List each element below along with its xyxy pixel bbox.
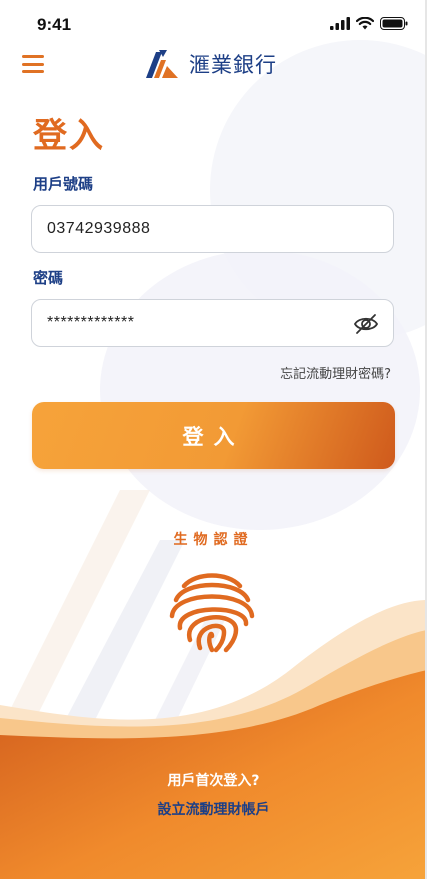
- account-field-container: [31, 205, 394, 253]
- password-input[interactable]: [47, 314, 378, 332]
- menu-line: [22, 55, 44, 58]
- status-bar: 9:41: [0, 0, 425, 48]
- status-time: 9:41: [37, 15, 72, 34]
- password-field-container: [31, 299, 394, 347]
- wifi-icon: [356, 17, 374, 30]
- account-input[interactable]: [47, 220, 378, 238]
- biometric-label: 生物認證: [173, 532, 254, 548]
- first-login-text: 用戶首次登入?: [167, 773, 260, 789]
- brand-name: 滙業銀行: [189, 53, 277, 77]
- fingerprint-icon[interactable]: [166, 566, 258, 654]
- setup-account-link[interactable]: 設立流動理財帳戶: [0, 799, 425, 819]
- password-label: 密碼: [33, 269, 64, 287]
- hamburger-icon[interactable]: [22, 54, 46, 74]
- login-button[interactable]: 登入: [32, 402, 395, 469]
- menu-line: [22, 62, 44, 66]
- status-icons: [330, 17, 408, 30]
- battery-icon: [380, 17, 408, 30]
- forgot-password-link[interactable]: 忘記流動理財密碼?: [280, 363, 391, 382]
- signal-icon: [330, 17, 350, 30]
- eye-slash-icon[interactable]: [353, 311, 379, 337]
- menu-line: [22, 70, 44, 73]
- bank-logo-icon: [146, 50, 178, 78]
- brand-logo: 滙業銀行: [145, 48, 277, 80]
- page-title: 登入: [33, 116, 105, 156]
- login-screen: 9:41 滙業銀行 登入 用戶號碼 03742939888 密碼 *******…: [0, 0, 427, 879]
- account-label: 用戶號碼: [33, 175, 94, 193]
